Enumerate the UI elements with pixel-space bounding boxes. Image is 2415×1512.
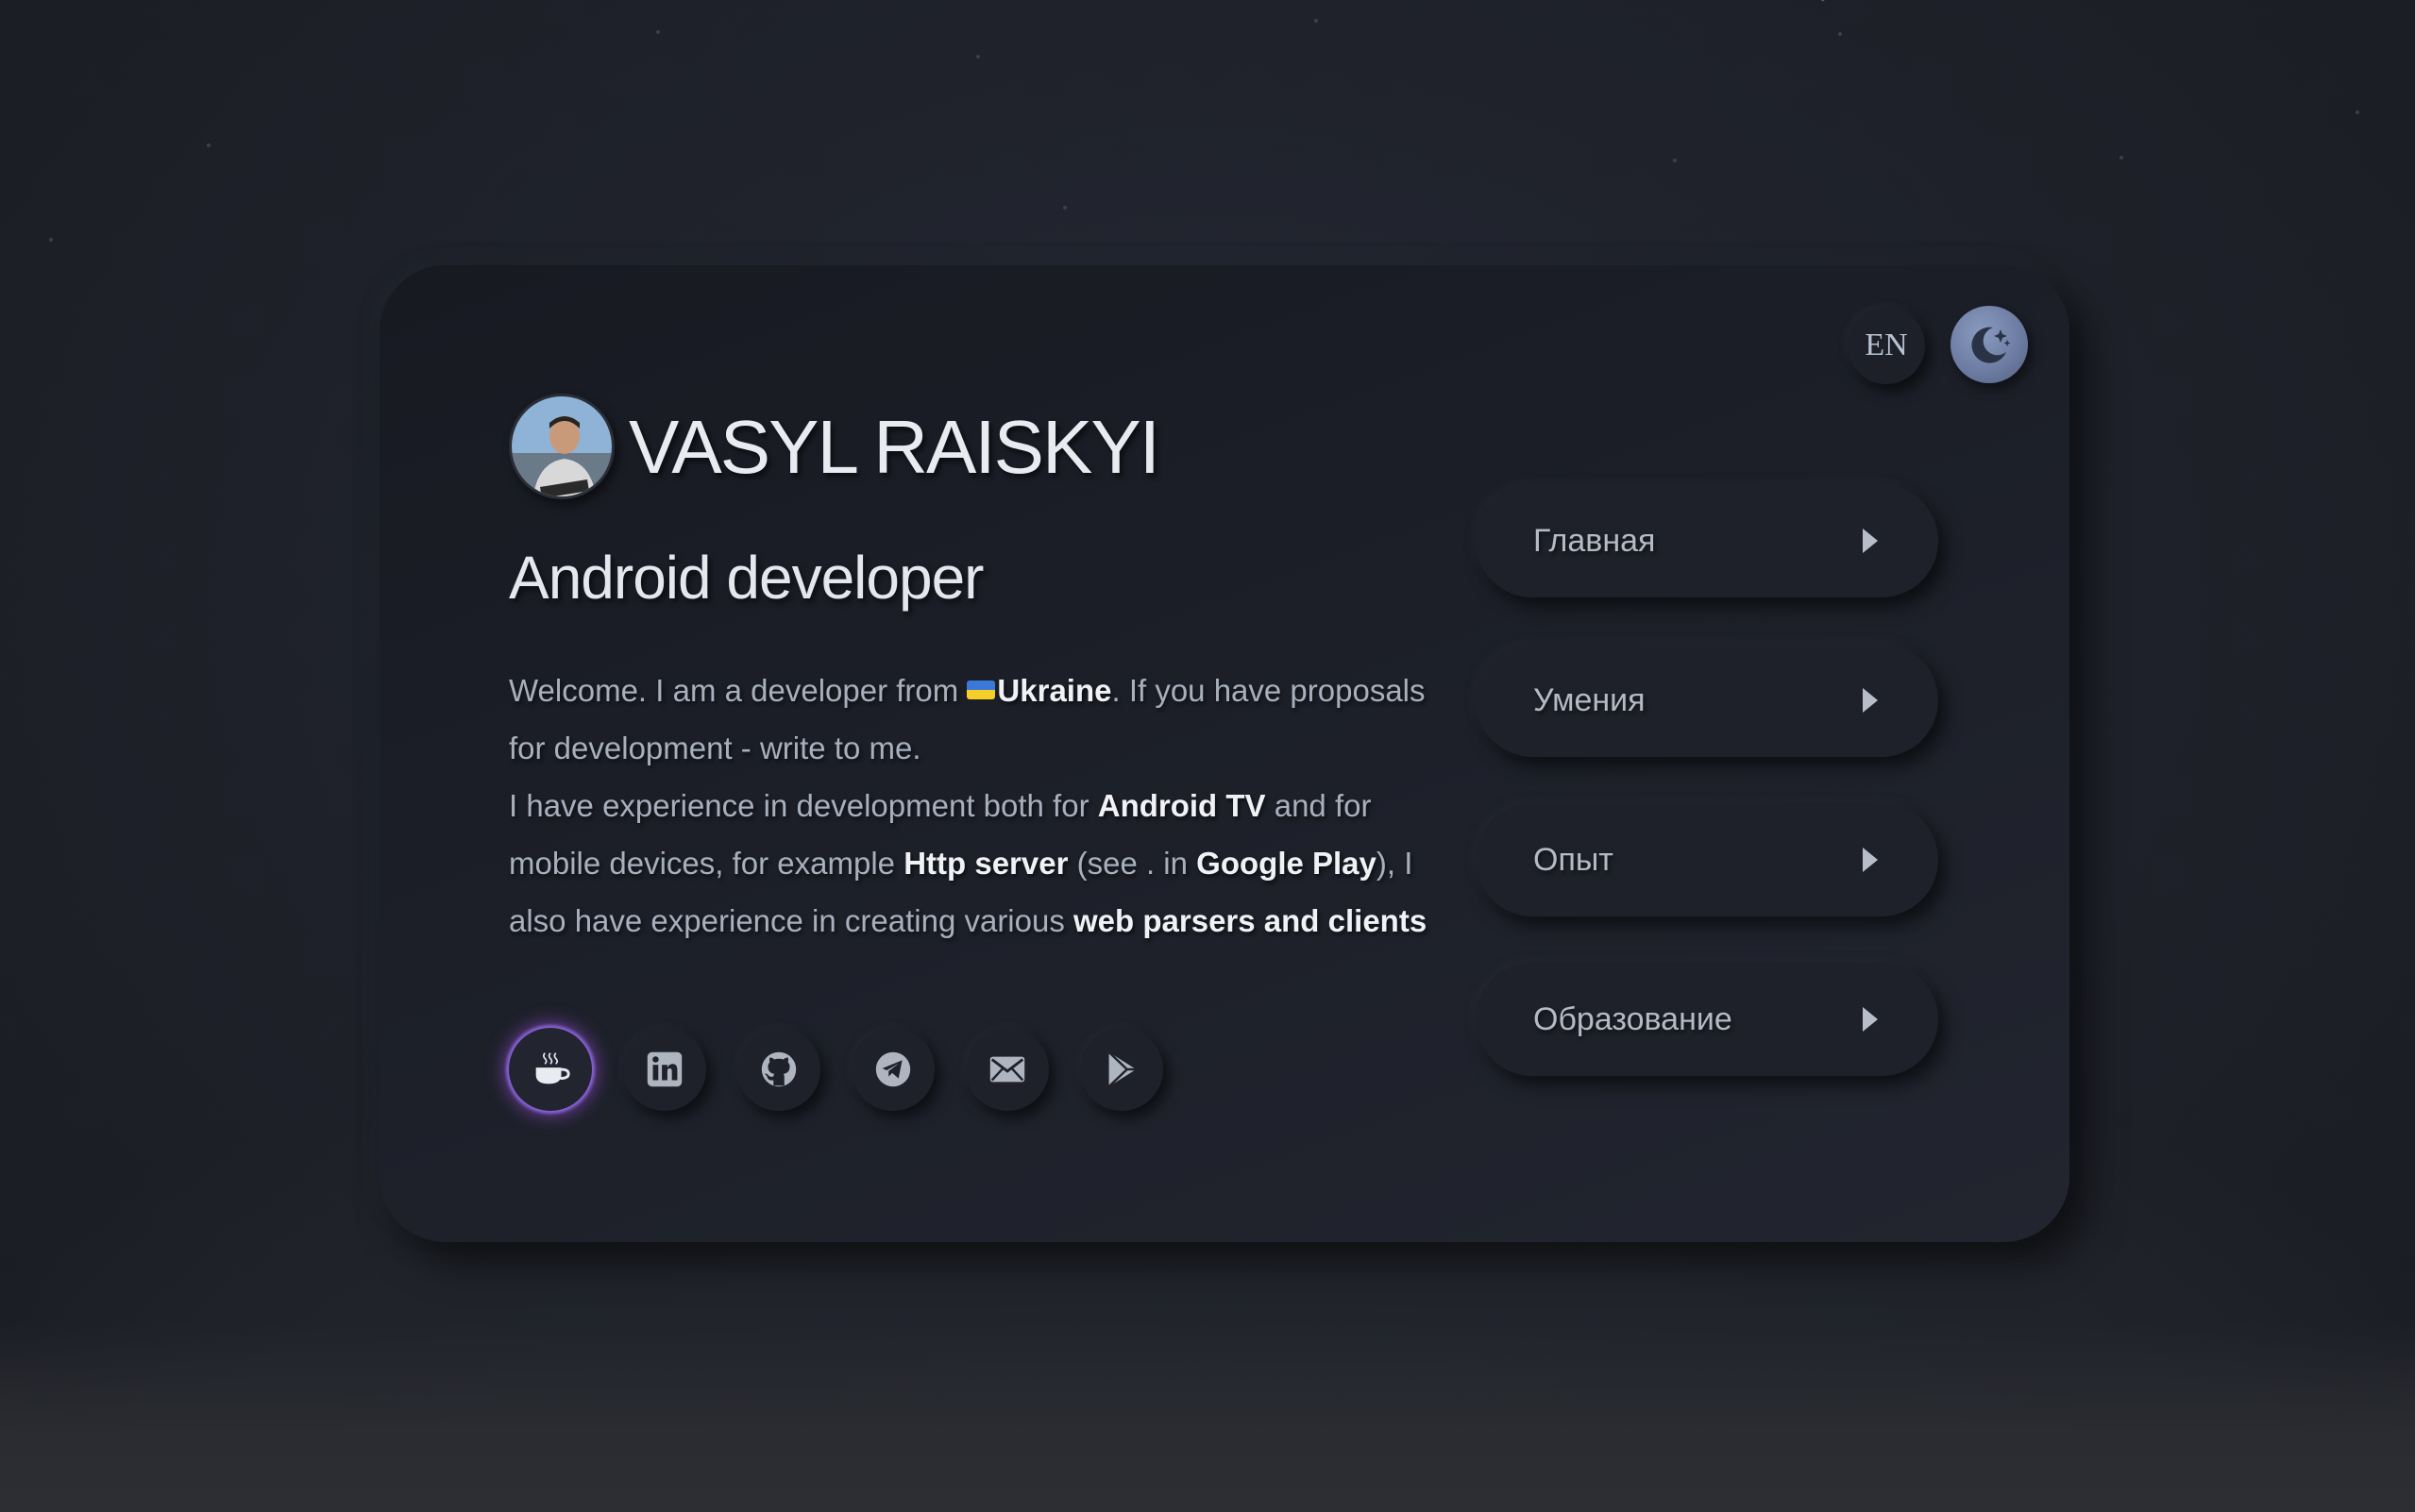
github-button[interactable] [737,1028,820,1111]
linkedin-button[interactable] [623,1028,706,1111]
background-fog [0,1323,2415,1512]
nav-item-experience[interactable]: Опыт [1476,803,1938,916]
play-arrow-icon [1863,1007,1878,1032]
telegram-icon [875,1051,911,1087]
nav-item-label: Опыт [1533,841,1613,878]
telegram-button[interactable] [852,1028,935,1111]
coffee-icon [535,1052,570,1084]
bio-country: Ukraine [997,673,1112,708]
ukraine-flag-icon [967,680,996,699]
nav-item-skills[interactable]: Умения [1476,644,1938,757]
bio-text: Welcome. I am a developer from Ukraine. … [509,662,1462,949]
bio-text-segment: Welcome. I am a developer from [509,673,968,708]
play-arrow-icon [1863,688,1878,713]
coffee-button[interactable] [509,1028,592,1111]
google-play-icon [1107,1050,1137,1088]
bio-link-http-server[interactable]: Http server [904,846,1068,881]
nav-item-label: Образование [1533,1000,1732,1037]
play-arrow-icon [1863,529,1878,553]
nav-item-label: Главная [1533,522,1656,559]
google-play-button[interactable] [1080,1028,1163,1111]
bio-text-segment: I have experience in development both fo… [509,788,1098,823]
social-links [509,1028,1163,1111]
nav-item-education[interactable]: Образование [1476,963,1938,1076]
mail-icon [989,1056,1025,1083]
nav-item-label: Умения [1533,681,1646,718]
email-button[interactable] [966,1028,1049,1111]
bio-highlight-android-tv: Android TV [1097,788,1266,823]
bio-paragraph-2: I have experience in development both fo… [509,777,1462,949]
bio-paragraph-1: Welcome. I am a developer from Ukraine. … [509,662,1462,777]
role-subtitle: Android developer [509,544,984,612]
moon-stars-icon [1971,327,2011,363]
main-navigation: Главная Умения Опыт Образование [1476,484,1938,1076]
profile-card: EN VASYL RAISKYI Android developer Welco… [380,265,2069,1242]
page-title: VASYL RAISKYI [629,405,1160,489]
github-icon [761,1051,797,1087]
bio-text-segment: (see . in [1068,846,1197,881]
avatar [509,394,615,499]
language-toggle-button[interactable]: EN [1848,307,1925,384]
play-arrow-icon [1863,848,1878,872]
linkedin-icon [647,1051,683,1087]
theme-toggle-button[interactable] [1951,306,2028,383]
nav-item-home[interactable]: Главная [1476,484,1938,597]
bio-link-google-play[interactable]: Google Play [1196,846,1376,881]
bio-highlight-web-parsers: web parsers and clients [1073,903,1427,938]
